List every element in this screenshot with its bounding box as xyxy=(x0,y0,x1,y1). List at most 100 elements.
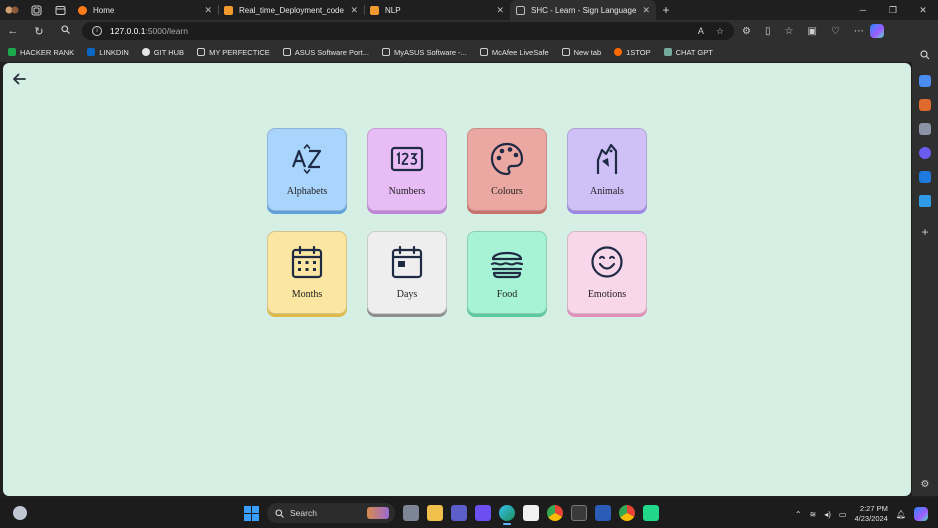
battery-icon[interactable]: ▭ xyxy=(839,510,847,519)
chrome-profile-icon[interactable] xyxy=(619,505,635,521)
close-icon[interactable]: ✕ xyxy=(204,5,212,16)
search-icon[interactable] xyxy=(52,25,78,37)
close-window-button[interactable]: ✕ xyxy=(908,5,938,16)
back-button[interactable]: ← xyxy=(0,25,26,37)
outlook-icon[interactable] xyxy=(919,171,931,183)
edge-browser-icon[interactable] xyxy=(499,505,515,525)
start-button[interactable] xyxy=(244,505,259,521)
bookmark-linkdin[interactable]: LINKDIN xyxy=(87,48,129,57)
category-grid: Alphabets Numbers Colours Animals Months… xyxy=(267,128,647,314)
wifi-icon[interactable]: ≋ xyxy=(810,510,817,519)
visual-studio-icon[interactable] xyxy=(475,505,491,521)
search-icon xyxy=(275,508,284,518)
burger-icon xyxy=(490,251,524,279)
more-menu-icon[interactable]: ⋯ xyxy=(854,26,864,37)
bookmark-1stop[interactable]: 1STOP xyxy=(614,48,651,57)
favorites-icon[interactable]: ☆ xyxy=(784,26,793,37)
back-arrow-icon[interactable] xyxy=(11,71,27,87)
terminal-icon[interactable] xyxy=(571,505,587,521)
microsoft-store-icon[interactable] xyxy=(523,505,539,521)
read-aloud-icon[interactable]: A xyxy=(698,26,704,37)
page-icon xyxy=(282,48,291,56)
bookmark-label: ASUS Software Port... xyxy=(294,47,369,57)
category-label: Days xyxy=(396,289,418,300)
category-card-numbers[interactable]: Numbers xyxy=(367,128,447,211)
volume-icon[interactable]: ◂) xyxy=(824,510,831,519)
bookmark-label: GIT HUB xyxy=(153,47,185,57)
chevron-up-icon[interactable]: ⌃ xyxy=(795,510,802,519)
category-card-food[interactable]: Food xyxy=(467,231,547,314)
send-icon[interactable] xyxy=(919,195,931,207)
add-sidebar-app-icon[interactable]: + xyxy=(921,225,928,239)
system-tray: ⌃ ≋ ◂) ▭ 2:27 PM 4/23/2024 🔔︎ xyxy=(795,504,928,524)
weather-icon[interactable] xyxy=(13,506,27,520)
games-icon[interactable] xyxy=(919,123,931,135)
favorite-star-icon[interactable]: ☆ xyxy=(716,26,724,37)
bookmark-asus-software-portal[interactable]: ASUS Software Port... xyxy=(282,47,369,57)
tab-actions-icon[interactable] xyxy=(48,0,72,20)
bookmark-label: LINKDIN xyxy=(99,47,129,57)
sidebar-settings-icon[interactable]: ⚙ xyxy=(921,479,930,490)
bookmark-label: CHAT GPT xyxy=(675,47,713,57)
bookmark-my-perfectice[interactable]: MY PERFECTICE xyxy=(197,48,270,57)
teams-icon[interactable] xyxy=(451,505,467,521)
bookmark-new-tab[interactable]: New tab xyxy=(561,47,602,57)
address-bar[interactable]: i 127.0.0.1:5000/learn A ☆ xyxy=(82,22,734,40)
new-tab-button[interactable]: + xyxy=(656,3,676,17)
sidebar-search-icon[interactable] xyxy=(920,50,930,63)
site-info-icon[interactable]: i xyxy=(92,26,102,36)
tab-nlp[interactable]: NLP ✕ xyxy=(364,0,510,20)
calendar-grid-icon xyxy=(291,245,323,279)
bookmark-myasus-software[interactable]: MyASUS Software -... xyxy=(381,48,467,57)
extensions-icon[interactable]: ⚙ xyxy=(742,26,751,37)
task-view-icon[interactable] xyxy=(403,505,419,521)
tools-briefcase-icon[interactable] xyxy=(919,99,931,111)
category-card-colours[interactable]: Colours xyxy=(467,128,547,211)
file-explorer-icon[interactable] xyxy=(427,505,443,521)
browser-essentials-icon[interactable]: ♡ xyxy=(831,26,840,37)
bookmark-github[interactable]: GIT HUB xyxy=(141,47,185,57)
copilot-icon[interactable] xyxy=(869,24,884,38)
page-icon xyxy=(381,48,390,56)
clock-time: 2:27 PM xyxy=(859,504,888,513)
browser-toolbar: ← ↻ i 127.0.0.1:5000/learn A ☆ ⚙ ▯ ☆ ▣ ♡… xyxy=(0,20,938,42)
bookmark-hacker-rank[interactable]: HACKER RANK xyxy=(8,48,74,57)
bookmark-chat-gpt[interactable]: CHAT GPT xyxy=(663,47,713,57)
tab-shc-learn[interactable]: SHC - Learn - Sign Language ✕ xyxy=(510,0,656,20)
close-icon[interactable]: ✕ xyxy=(496,5,504,16)
bookmarks-bar: HACKER RANK LINKDIN GIT HUB MY PERFECTIC… xyxy=(0,42,912,62)
clock[interactable]: 2:27 PM 4/23/2024 xyxy=(854,504,887,524)
split-screen-icon[interactable]: ▯ xyxy=(765,26,771,37)
workspaces-icon[interactable] xyxy=(24,0,48,20)
tab-real-time-deployment[interactable]: Real_time_Deployment_code ✕ xyxy=(218,0,364,20)
new-tab-icon xyxy=(561,48,570,56)
word-icon[interactable] xyxy=(595,505,611,521)
category-label: Emotions xyxy=(587,289,627,300)
pycharm-icon[interactable] xyxy=(643,505,659,521)
tab-home[interactable]: Home ✕ xyxy=(72,0,218,20)
close-icon[interactable]: ✕ xyxy=(642,5,650,16)
palette-icon xyxy=(490,142,524,176)
notification-bell-icon[interactable]: 🔔︎ xyxy=(896,510,906,519)
url-path: :5000/learn xyxy=(145,26,188,36)
refresh-button[interactable]: ↻ xyxy=(26,25,52,38)
category-card-days[interactable]: Days xyxy=(367,231,447,314)
category-card-emotions[interactable]: Emotions xyxy=(567,231,647,314)
profile-avatar-icon[interactable] xyxy=(0,0,24,20)
bookmark-label: New tab xyxy=(573,47,602,57)
restore-button[interactable]: ❐ xyxy=(878,5,908,16)
close-icon[interactable]: ✕ xyxy=(350,5,358,16)
chrome-icon[interactable] xyxy=(547,505,563,521)
taskbar-search-box[interactable]: Search xyxy=(267,503,395,523)
collections-icon[interactable]: ▣ xyxy=(807,26,816,37)
shopping-tag-icon[interactable] xyxy=(919,75,931,87)
windows-taskbar: Search ⌃ ≋ ◂) ▭ 2:27 PM 4/23/2024 🔔︎ xyxy=(0,498,938,528)
minimize-button[interactable]: ─ xyxy=(848,5,878,16)
copilot-sidebar-icon[interactable] xyxy=(919,147,931,159)
category-card-months[interactable]: Months xyxy=(267,231,347,314)
page-icon xyxy=(516,5,525,15)
bookmark-mcafee-livesafe[interactable]: McAfee LiveSafe xyxy=(479,48,549,57)
category-card-alphabets[interactable]: Alphabets xyxy=(267,128,347,211)
category-card-animals[interactable]: Animals xyxy=(567,128,647,211)
copilot-taskbar-icon[interactable] xyxy=(914,507,928,521)
